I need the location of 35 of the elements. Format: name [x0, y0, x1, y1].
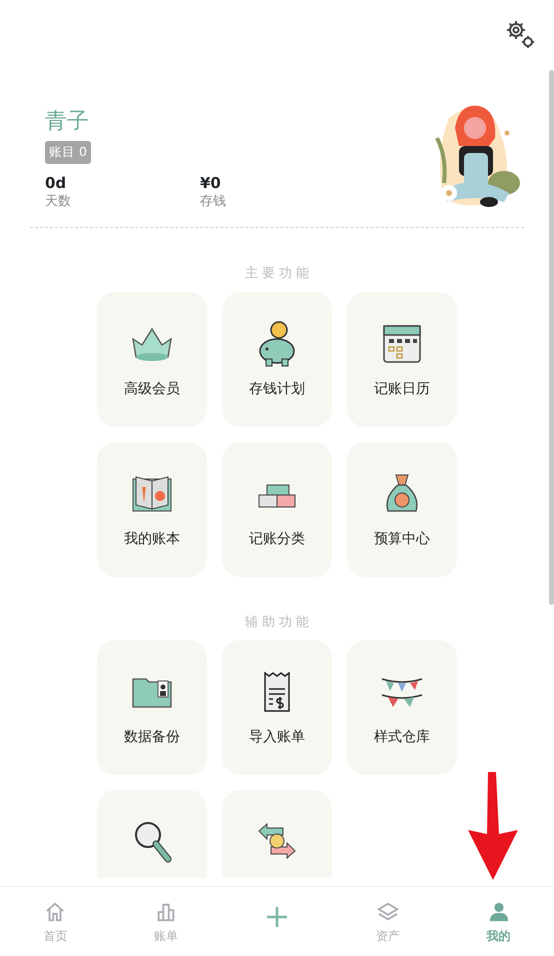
feature-tile[interactable]: 存钱计划 — [222, 292, 332, 426]
stat-value: ¥0 — [200, 174, 222, 192]
feature-tile[interactable]: 高级会员 — [97, 292, 207, 426]
home-icon — [44, 901, 66, 923]
tile-label: 存钱计划 — [249, 380, 305, 398]
stat-value: 0d — [45, 174, 68, 192]
feature-tile[interactable]: 记账日历 — [347, 292, 457, 426]
feature-tile[interactable]: 数据备份 — [97, 640, 207, 775]
feature-tile[interactable]: 导入账单 — [222, 640, 332, 775]
section-title: 主 要 功 能 — [244, 265, 310, 283]
feature-tile[interactable]: 样式仓库 — [347, 640, 457, 775]
tile-label: 导入账单 — [249, 728, 305, 747]
feature-tile[interactable]: 预算中心 — [347, 442, 457, 576]
tile-label: 记账分类 — [249, 530, 305, 548]
plus-icon — [264, 905, 289, 929]
entry-count-badge: 账目 0 — [45, 141, 91, 164]
tile-label: 记账日历 — [374, 380, 430, 398]
tile-label: 样式仓库 — [374, 728, 430, 747]
stat-label: 存钱 — [200, 192, 227, 211]
feature-tile[interactable]: 我的账本 — [97, 442, 207, 576]
section-title: 辅 助 功 能 — [244, 614, 310, 632]
stat-label: 天数 — [45, 192, 72, 211]
settings-icon[interactable] — [504, 18, 536, 50]
tile-label: 预算中心 — [374, 530, 430, 548]
layers-icon — [376, 901, 399, 923]
tile-label: 数据备份 — [124, 728, 180, 747]
feature-tile[interactable]: 记账分类 — [222, 442, 332, 576]
scrollbar[interactable] — [549, 70, 554, 605]
bar-chart-icon — [155, 901, 178, 923]
user-name: 青子 — [45, 110, 90, 134]
person-icon — [488, 901, 510, 923]
tile-label: 我的账本 — [124, 530, 180, 548]
tile-label: 高级会员 — [124, 380, 180, 398]
feature-tile[interactable] — [222, 790, 332, 878]
feature-tile[interactable] — [97, 790, 207, 878]
